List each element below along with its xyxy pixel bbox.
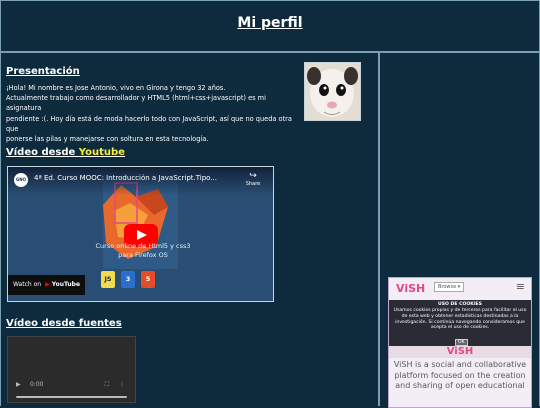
youtube-heading: Vídeo desde Youtube xyxy=(6,147,125,158)
cookie-banner: USO DE COOKIES Usamos cookies propias y … xyxy=(389,300,531,346)
cookie-title: USO DE COOKIES xyxy=(438,302,482,307)
sidebar-column: ViSH Browse ▾ ≡ USO DE COOKIES Usamos co… xyxy=(379,52,540,408)
share-icon: ↪ xyxy=(249,171,257,181)
share-label: Share xyxy=(245,181,261,187)
vish-banner-logo: ViSH xyxy=(389,346,531,358)
video-subtitle: Curso online de Html5 y css3 para Firefo… xyxy=(68,242,218,260)
vish-logo[interactable]: ViSH xyxy=(396,282,425,295)
youtube-heading-prefix: Vídeo desde xyxy=(6,147,79,158)
bio-line: ponerse las pilas y manejarse con soltur… xyxy=(6,135,209,144)
bio-line: pendiente :(. Hoy día está de moda hacer… xyxy=(6,114,292,133)
bio-line: ¡Hola! Mi nombre es Jose Antonio, vivo e… xyxy=(6,84,226,92)
profile-photo xyxy=(304,62,361,121)
menu-icon[interactable]: ≡ xyxy=(516,280,525,293)
more-options-icon[interactable]: ⋮ xyxy=(119,381,125,388)
channel-avatar[interactable]: GNO xyxy=(14,173,28,187)
js-badge: JS xyxy=(101,271,115,288)
video-subtitle-line: para Firefox OS xyxy=(118,251,168,259)
bio-text: ¡Hola! Mi nombre es Jose Antonio, vivo e… xyxy=(6,83,296,144)
watch-on-label: Watch on xyxy=(13,281,42,288)
video-time: 0:00 xyxy=(30,381,44,388)
page-title: Mi perfil xyxy=(237,15,303,31)
fullscreen-icon[interactable]: ⛶ xyxy=(105,381,109,389)
bio-line: Actualmente trabajo como desarrollador y… xyxy=(6,94,266,113)
vish-browse-dropdown[interactable]: Browse ▾ xyxy=(434,282,465,292)
youtube-brand: YouTube xyxy=(51,281,81,288)
youtube-heading-highlight: Youtube xyxy=(78,147,125,158)
video-controls: ▶ 0:00 ⛶ ⋮ xyxy=(12,381,131,391)
video-progress-bar[interactable] xyxy=(16,396,127,398)
html5-video-player[interactable]: ▶ 0:00 ⛶ ⋮ xyxy=(7,336,136,403)
cookie-ok-button[interactable]: OK xyxy=(455,339,468,346)
video-sources-heading: Vídeo desde fuentes xyxy=(6,318,122,329)
page-header: Mi perfil xyxy=(0,0,540,52)
html5-badge: 5 xyxy=(141,271,155,288)
vish-embed[interactable]: ViSH Browse ▾ ≡ USO DE COOKIES Usamos co… xyxy=(388,277,532,408)
main-column: Presentación ¡Hola! Mi nombre es Jose An… xyxy=(0,52,379,406)
youtube-embed[interactable]: GNO 4ª Ed. Curso MOOC: Introducción a Ja… xyxy=(7,166,274,302)
youtube-video-title[interactable]: 4ª Ed. Curso MOOC: Introducción a JavaSc… xyxy=(34,174,217,182)
youtube-logo: ▶ YouTube xyxy=(45,281,80,288)
share-button[interactable]: ↪ Share xyxy=(243,171,263,187)
css3-badge: 3 xyxy=(121,271,135,288)
vish-description: ViSH is a social and collaborative platf… xyxy=(393,360,527,390)
play-icon[interactable]: ▶ xyxy=(16,381,21,388)
watch-on-youtube-button[interactable]: Watch on ▶ YouTube xyxy=(8,275,85,295)
video-subtitle-line: Curso online de Html5 y css3 xyxy=(95,242,191,250)
youtube-logo-icon: ▶ xyxy=(45,281,50,288)
cookie-text: Usamos cookies propias y de terceros par… xyxy=(393,308,527,331)
presentation-heading: Presentación xyxy=(6,66,80,77)
